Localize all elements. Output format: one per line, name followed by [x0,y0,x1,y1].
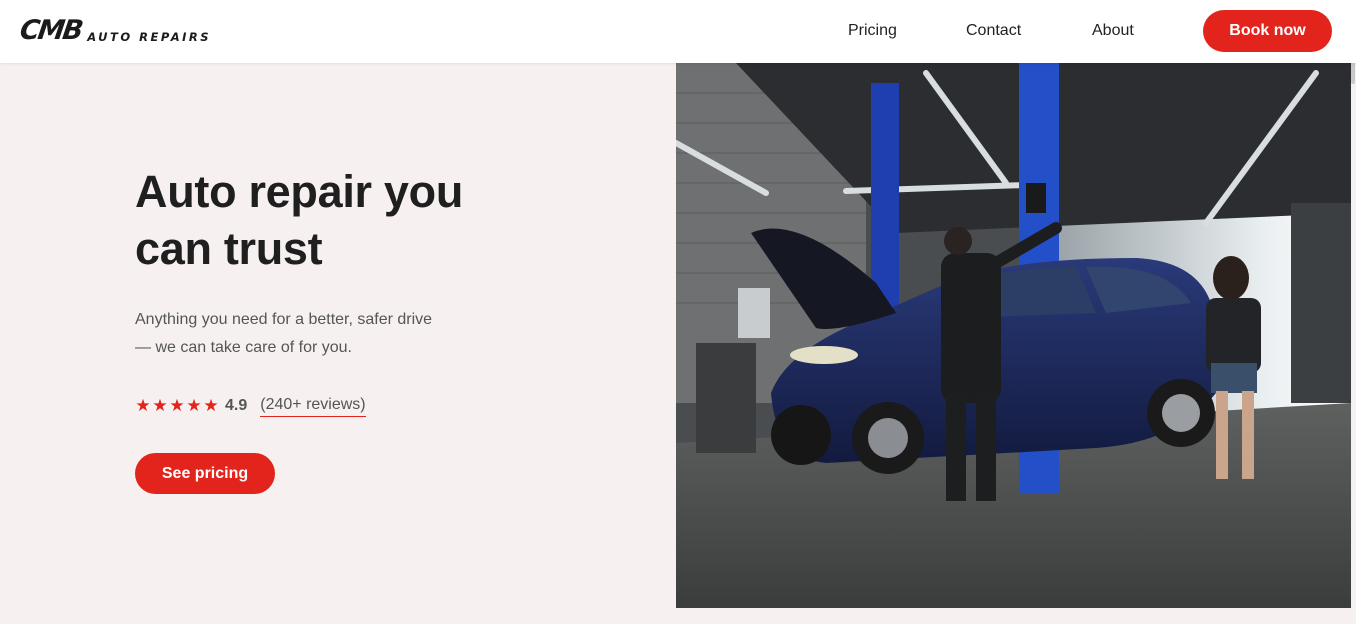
hero-title-line-1: Auto repair you [135,166,464,217]
rating-summary: ★ ★ ★ ★ ★ 4.9 (240+ reviews) [135,394,366,418]
hero-title-line-2: can trust [135,223,323,274]
star-icon: ★ [169,396,185,415]
see-pricing-button[interactable]: See pricing [135,453,275,494]
nav-link-pricing[interactable]: Pricing [848,22,897,40]
logo-wordmark: CMB [17,15,84,46]
book-now-button[interactable]: Book now [1203,10,1332,52]
hero-subtitle-line-1: Anything you need for a better, safer dr… [135,311,433,328]
star-icon: ★ [186,396,202,415]
garage-illustration [676,63,1351,608]
hero-title: Auto repair you can trust [135,163,565,277]
logo[interactable]: CMB AUTO REPAIRS [17,15,212,46]
star-icon: ★ [203,396,219,415]
hero-photo-garage [676,63,1351,608]
nav-link-about[interactable]: About [1092,22,1134,40]
star-rating: ★ ★ ★ ★ ★ [135,396,219,416]
star-icon: ★ [135,396,151,415]
star-icon: ★ [152,396,168,415]
page-scrollbar[interactable] [1350,0,1356,624]
nav-link-contact[interactable]: Contact [966,22,1021,40]
hero-subtitle-line-2: — we can take care of for you. [135,339,352,356]
reviews-link[interactable]: (240+ reviews) [260,396,366,417]
rating-value: 4.9 [225,397,248,414]
site-header: CMB AUTO REPAIRS Pricing Contact About B… [0,0,1356,63]
hero-subtitle: Anything you need for a better, safer dr… [135,306,475,362]
logo-tagline: AUTO REPAIRS [87,30,212,44]
